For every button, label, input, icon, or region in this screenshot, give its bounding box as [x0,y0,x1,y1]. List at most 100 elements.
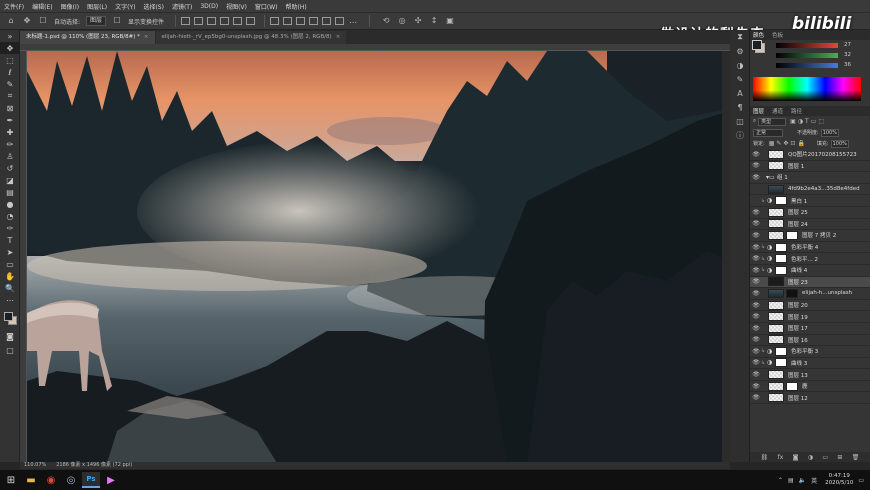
brush-tool-icon[interactable]: ✏ [0,138,20,150]
3d-roll-icon[interactable]: ◎ [397,16,407,26]
visibility-eye-icon[interactable]: 👁 [752,244,760,251]
add-mask-icon[interactable]: ◙ [793,454,799,461]
properties-panel-icon[interactable]: ⚙ [730,44,750,58]
layer-row[interactable]: 👁 ↳ ◑ 色彩平衡 3 [750,346,870,358]
frame-tool-icon[interactable]: ⊠ [0,102,20,114]
auto-select-dropdown[interactable]: 图层 [86,16,107,26]
panel-collapse-icon[interactable]: » [0,30,20,42]
visibility-eye-icon[interactable]: 👁 [752,209,760,216]
path-select-tool-icon[interactable]: ➤ [0,246,20,258]
type-tool-icon[interactable]: T [0,234,20,246]
history-brush-tool-icon[interactable]: ↺ [0,162,20,174]
pen-tool-icon[interactable]: ✑ [0,222,20,234]
layer-mask-thumbnail[interactable] [786,381,798,391]
layer-thumbnail[interactable] [768,381,784,391]
distribute-right-icon[interactable] [335,17,345,25]
quick-select-tool-icon[interactable]: ✎ [0,78,20,90]
distribute-center-icon[interactable] [322,17,332,25]
layer-row[interactable]: 👁 图层 23 [750,276,870,289]
delete-layer-icon[interactable]: 🗑 [852,454,860,461]
layer-row[interactable]: 👁 图层 7 拷贝 2 [750,230,870,242]
volume-icon[interactable]: 🔈 [799,477,806,484]
3d-pan-icon[interactable]: ✣ [413,16,423,26]
visibility-eye-icon[interactable]: 👁 [752,255,760,262]
tab-document-2[interactable]: elijah-hiett-_rV_ep5bg0-unsplash.jpg @ 4… [155,31,347,44]
visibility-eye-icon[interactable]: 👁 [752,162,760,169]
tab-color[interactable]: 颜色 [753,31,764,39]
align-left-icon[interactable] [181,17,191,25]
layer-mask-thumbnail[interactable] [786,230,798,240]
align-center-icon[interactable] [194,17,204,25]
new-layer-icon[interactable]: ⊞ [837,454,842,461]
move-tool-icon[interactable]: ✥ [0,42,20,54]
history-panel-icon[interactable]: ⧗ [730,30,750,44]
visibility-eye-icon[interactable]: 👁 [752,267,760,274]
layer-mask-thumbnail[interactable] [775,346,787,356]
checkbox-auto-select[interactable]: ☐ [38,16,48,26]
tab-layers[interactable]: 图层 [753,107,764,115]
fill-input[interactable]: 100% [830,139,849,148]
menu-item[interactable]: 图层(L) [87,2,107,11]
new-group-icon[interactable]: ▭ [822,454,828,461]
fx-icon[interactable]: fx [778,454,784,461]
color-spectrum[interactable] [753,77,861,101]
slider-value[interactable]: 27 [844,42,851,48]
visibility-eye-icon[interactable]: 👁 [752,394,760,401]
tab-channels[interactable]: 通道 [772,107,783,115]
layer-thumbnail[interactable] [768,277,784,287]
layer-mask-thumbnail[interactable] [775,242,787,252]
ruler-vertical[interactable] [20,51,27,463]
layer-thumbnail[interactable] [768,288,784,298]
eyedropper-tool-icon[interactable]: ✒ [0,114,20,126]
hand-tool-icon[interactable]: ✋ [0,270,20,282]
filter-kind-dropdown[interactable]: 类型 [758,117,787,126]
ps-alt-icon[interactable]: ◎ [62,472,80,488]
layer-row[interactable]: 👁 ↳ ◑ 曲线 4 [750,265,870,277]
pr-icon[interactable]: ▶ [102,472,120,488]
link-layers-icon[interactable]: ⛓ [761,454,769,461]
screen-mode-icon[interactable]: ▢ [0,344,20,356]
menu-item[interactable]: 滤镜(T) [172,2,192,11]
clock[interactable]: 0:47:19 2020/5/10 [825,473,853,487]
menu-item[interactable]: 编辑(E) [32,2,52,11]
info-panel-icon[interactable]: ⓘ [730,128,750,142]
lock-icons[interactable]: ▦✎✥⊡🔒 [769,140,807,147]
visibility-eye-icon[interactable]: 👁 [752,151,760,158]
menu-item[interactable]: 图像(I) [61,2,79,11]
visibility-eye-icon[interactable]: 👁 [752,302,760,309]
distribute-bottom-icon[interactable] [296,17,306,25]
layer-thumbnail[interactable] [768,335,784,345]
layer-row[interactable]: 👁 elijah-h...unsplash [750,288,870,300]
layer-row[interactable]: 👁 鹿 [750,381,870,393]
layer-row[interactable]: 👁 ↳ ◑ 色彩平... 2 [750,253,870,265]
clone-stamp-tool-icon[interactable]: ♙ [0,150,20,162]
layer-row[interactable]: ↳ ◑ 黑白 1 [750,195,870,207]
slider-track[interactable] [776,42,838,48]
layer-thumbnail[interactable] [768,300,784,310]
layer-row[interactable]: 👁 图层 1 [750,161,870,173]
slider-green[interactable]: 32 [750,50,870,60]
menu-item[interactable]: 帮助(H) [286,2,307,11]
visibility-eye-icon[interactable]: 👁 [752,313,760,320]
notifications-icon[interactable]: ▭ [858,477,864,484]
menu-item[interactable]: 窗口(W) [255,2,278,11]
slider-track[interactable] [776,52,838,58]
layer-thumbnail[interactable] [768,312,784,322]
file-explorer-icon[interactable]: ▬ [22,472,40,488]
layer-thumbnail[interactable] [768,323,784,333]
visibility-eye-icon[interactable]: 👁 [752,383,760,390]
slider-value[interactable]: 32 [844,52,851,58]
menu-item[interactable]: 3D(D) [200,3,218,10]
visibility-eye-icon[interactable]: 👁 [752,232,760,239]
distribute-middle-icon[interactable] [283,17,293,25]
tab-paths[interactable]: 路径 [791,107,802,115]
ime-indicator[interactable]: 英 [811,476,817,485]
windows-logo-icon[interactable]: ⊞ [2,472,20,488]
layer-thumbnail[interactable] [768,230,784,240]
visibility-eye-icon[interactable]: 👁 [752,290,760,297]
lasso-tool-icon[interactable]: ℓ [0,66,20,78]
ruler-horizontal[interactable] [20,44,730,51]
eraser-tool-icon[interactable]: ◪ [0,174,20,186]
align-right-icon[interactable] [207,17,217,25]
menu-item[interactable]: 选择(S) [143,2,164,11]
